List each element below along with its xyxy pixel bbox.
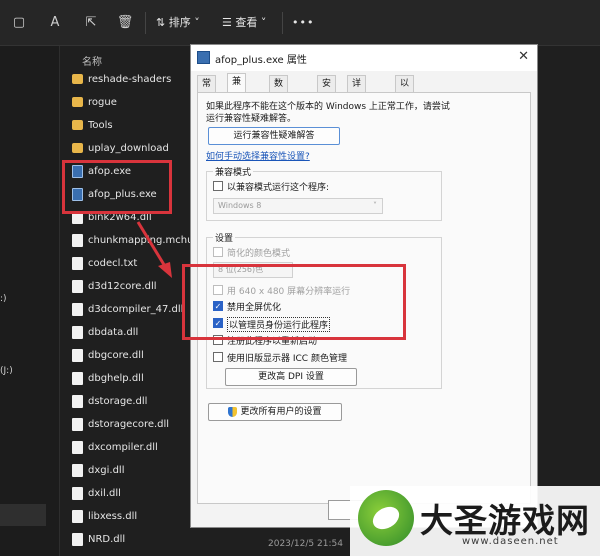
watermark-url: www.daseen.net [462, 536, 559, 547]
watermark-logo [358, 490, 414, 546]
watermark-title: 大圣游戏网 [420, 501, 590, 540]
annotation-arrow [136, 221, 172, 278]
